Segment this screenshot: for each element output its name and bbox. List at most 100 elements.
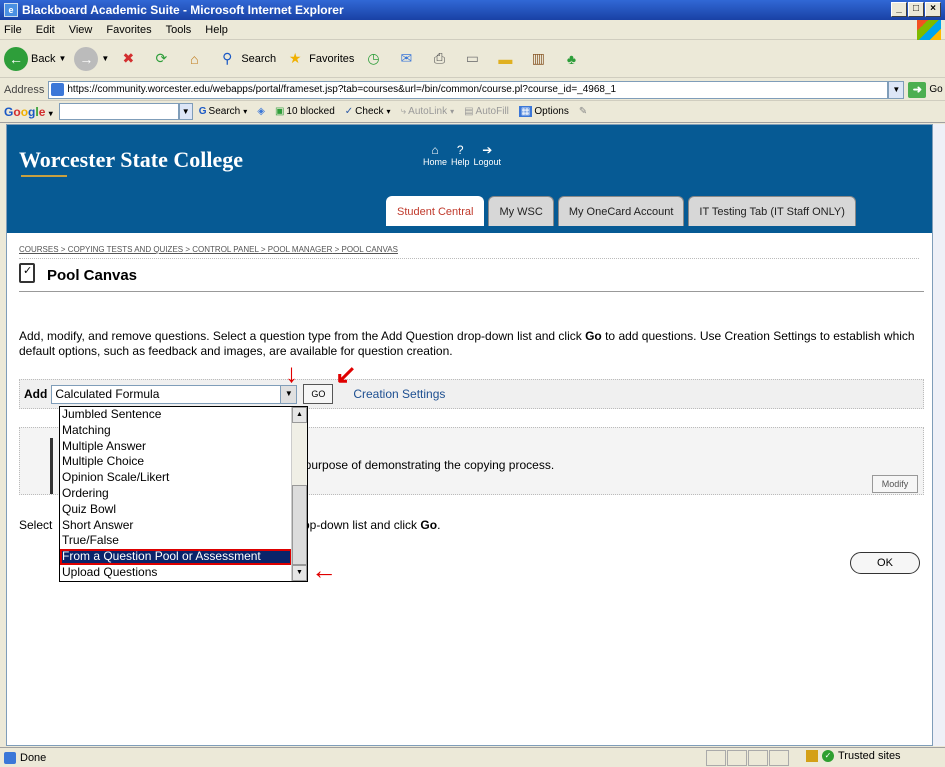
back-dropdown-icon[interactable]: ▼ [58, 54, 66, 63]
home-button[interactable]: ⌂ [183, 48, 208, 70]
google-search-button[interactable]: G Search ▾ [199, 106, 247, 117]
dropdown-option[interactable]: Short Answer [60, 518, 292, 534]
google-logo[interactable]: Google ▾ [4, 105, 53, 119]
intro-text: Add, modify, and remove questions. Selec… [19, 329, 915, 358]
search-button[interactable]: ⚲ Search [216, 48, 276, 70]
dropdown-option[interactable]: Quiz Bowl [60, 502, 292, 518]
dropdown-option[interactable]: From a Question Pool or Assessment [60, 549, 292, 565]
menu-favorites[interactable]: Favorites [106, 24, 151, 36]
dropdown-option[interactable]: Multiple Answer [60, 439, 292, 455]
print-button[interactable]: ⎙ [428, 48, 453, 70]
dropdown-option[interactable]: Jumbled Sentence [60, 407, 292, 423]
dropdown-option[interactable]: Multiple Choice [60, 454, 292, 470]
address-go-label[interactable]: Go [929, 84, 942, 95]
breadcrumb-courses[interactable]: COURSES [19, 245, 59, 254]
add-label: Add [24, 387, 48, 401]
autofill-button[interactable]: ▤ AutoFill [464, 106, 509, 117]
pencil-icon: ✎ [578, 106, 588, 117]
forward-button[interactable]: → ▼ [74, 46, 109, 71]
refresh-button[interactable]: ⟳ [150, 48, 175, 70]
scroll-thumb[interactable] [292, 485, 307, 565]
back-button[interactable]: ← Back ▼ [4, 46, 66, 71]
menu-file[interactable]: File [4, 24, 22, 36]
tab-it-testing[interactable]: IT Testing Tab (IT Staff ONLY) [688, 196, 856, 226]
menu-tools[interactable]: Tools [166, 24, 192, 36]
help-icon: ? [456, 143, 464, 157]
tab-student-central[interactable]: Student Central [386, 196, 485, 226]
dropdown-option[interactable]: Upload Questions [60, 565, 292, 581]
status-cells [706, 750, 790, 766]
menu-view[interactable]: View [69, 24, 93, 36]
address-dropdown[interactable]: ▼ [888, 80, 905, 99]
autolink-button[interactable]: ⤷ AutoLink ▾ [401, 106, 455, 117]
dropdown-items: Jumbled Sentence Matching Multiple Answer M… [60, 407, 292, 581]
menu-help[interactable]: Help [205, 24, 228, 36]
tab-my-onecard-account[interactable]: My OneCard Account [557, 196, 685, 226]
close-button[interactable]: × [925, 2, 941, 17]
site-title-underline [21, 175, 67, 177]
trusted-check-icon: ✓ [822, 750, 834, 762]
research-button[interactable]: ▥ [527, 48, 552, 70]
pagerank-button[interactable]: ◈ [257, 106, 265, 117]
google-search-dropdown[interactable]: ▼ [178, 103, 193, 120]
page-icon [51, 83, 65, 96]
select-text-left: Select [19, 518, 53, 532]
window-title: Blackboard Academic Suite - Microsoft In… [22, 3, 344, 17]
stop-button[interactable]: ✖ [117, 48, 142, 70]
breadcrumb-copying-tests[interactable]: COPYING TESTS AND QUIZES [68, 245, 183, 254]
nav-logout[interactable]: ➔ Logout [474, 143, 502, 167]
site-title: Worcester State College [19, 147, 243, 172]
breadcrumb-pool-manager[interactable]: POOL MANAGER [268, 245, 333, 254]
page-status-icon [4, 751, 16, 764]
scroll-down-icon[interactable]: ▼ [292, 565, 307, 581]
history-icon: ◷ [367, 50, 380, 66]
chevron-down-icon[interactable]: ▼ [280, 385, 297, 403]
scroll-up-icon[interactable]: ▲ [292, 407, 307, 423]
google-toolbar: Google ▾ ▼ G Search ▾ ◈ ▣ 10 blocked ✓ C… [0, 101, 945, 123]
go-button[interactable]: GO [303, 384, 334, 404]
favorites-button[interactable]: ★ Favorites [284, 48, 355, 70]
breadcrumb-pool-canvas: POOL CANVAS [341, 245, 398, 254]
question-type-select[interactable]: Calculated Formula ▼ [51, 384, 298, 404]
dropdown-scrollbar[interactable]: ▲ ▼ [291, 407, 307, 581]
edit-button[interactable]: ▭ [461, 48, 486, 70]
go-arrow-icon[interactable]: ➜ [908, 81, 927, 98]
edit-icon: ▭ [465, 50, 480, 66]
question-text: he purpose of demonstrating the copying … [288, 458, 555, 472]
page-scrollbar[interactable] [933, 124, 945, 746]
dropdown-option[interactable]: Ordering [60, 486, 292, 502]
breadcrumb-control-panel[interactable]: CONTROL PANEL [192, 245, 258, 254]
mail-button[interactable]: ✉ [395, 48, 420, 70]
dropdown-option[interactable]: Matching [60, 423, 292, 439]
google-search-input[interactable] [58, 103, 179, 120]
popup-blocker-button[interactable]: ▣ 10 blocked [275, 106, 335, 117]
spell-check-button[interactable]: ✓ Check ▾ [345, 106, 391, 117]
modify-button[interactable]: Modify [872, 475, 918, 493]
page-title: Pool Canvas [47, 267, 138, 284]
pencil-button[interactable]: ✎ [579, 106, 587, 117]
address-input[interactable]: https://community.worcester.edu/webapps/… [48, 80, 889, 99]
options-button[interactable]: ▦ Options [518, 106, 569, 117]
minimize-button[interactable]: _ [891, 2, 907, 17]
history-button[interactable]: ◷ [362, 48, 387, 70]
folder-button[interactable]: ▬ [494, 48, 519, 70]
address-label: Address [4, 83, 45, 96]
popup-blocker-icon: ▣ [274, 106, 285, 117]
browser-toolbar: ← Back ▼ → ▼ ✖ ⟳ ⌂ ⚲ Search ★ Favorites … [0, 40, 945, 78]
dropdown-option[interactable]: Opinion Scale/Likert [60, 470, 292, 486]
maximize-button[interactable]: □ [908, 2, 924, 17]
forward-dropdown-icon[interactable]: ▼ [101, 54, 109, 63]
menu-edit[interactable]: Edit [36, 24, 55, 36]
research-icon: ▥ [531, 50, 546, 66]
nav-home[interactable]: ⌂ Home [423, 143, 447, 167]
messenger-button[interactable]: ♣ [560, 48, 585, 70]
print-icon: ⎙ [433, 50, 446, 66]
status-bar: Done ✓ Trusted sites [0, 747, 945, 767]
tab-bar: Student Central My WSC My OneCard Accoun… [386, 196, 856, 226]
creation-settings-link[interactable]: Creation Settings [353, 387, 445, 401]
dropdown-option[interactable]: True/False [60, 533, 292, 549]
ok-button[interactable]: OK [850, 552, 920, 574]
tab-my-wsc[interactable]: My WSC [488, 196, 554, 226]
nav-help[interactable]: ? Help [451, 143, 470, 167]
address-bar: Address https://community.worcester.edu/… [0, 79, 945, 101]
